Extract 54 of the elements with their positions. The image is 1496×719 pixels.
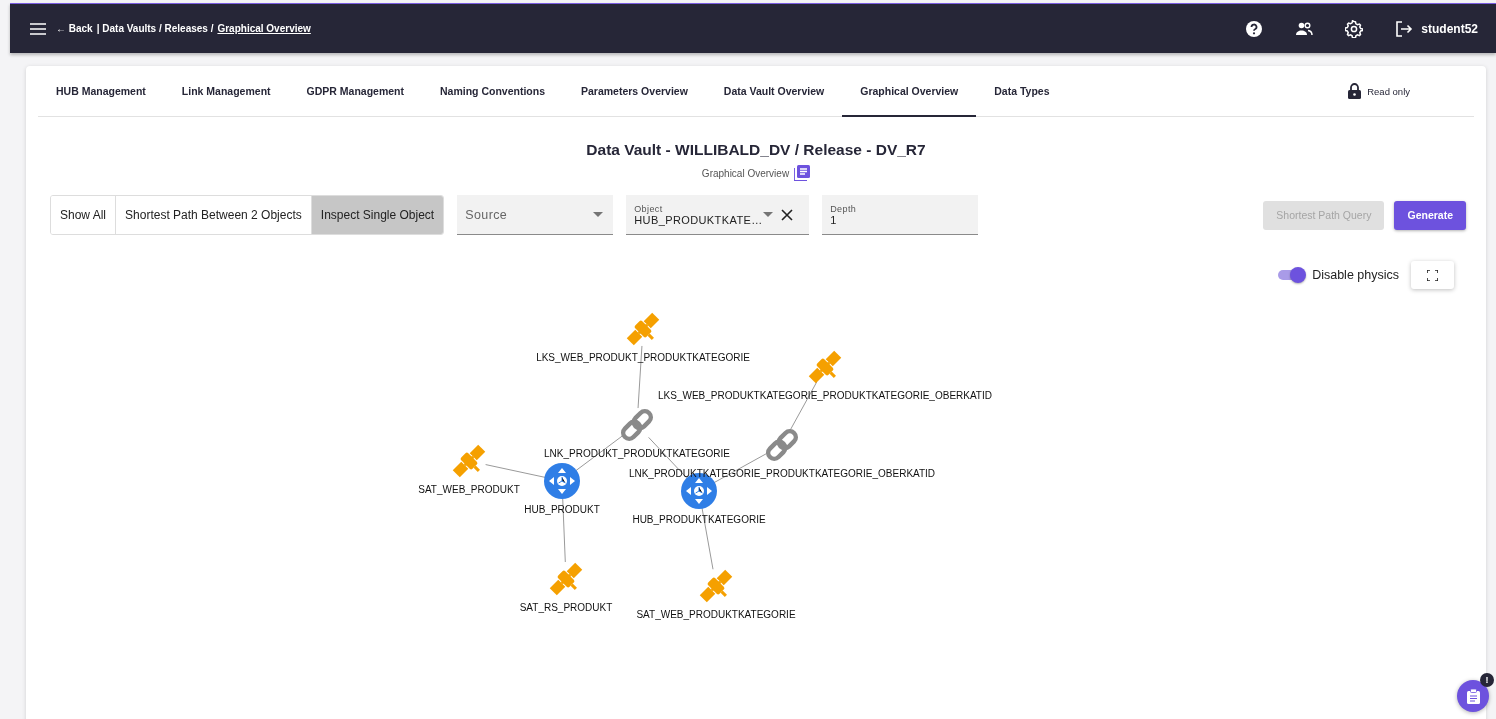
node-label: LKS_WEB_PRODUKT_PRODUKTKATEGORIE	[536, 352, 750, 363]
back-link[interactable]: ← Back	[56, 23, 93, 34]
physics-toggle[interactable]	[1277, 266, 1307, 284]
caret-icon[interactable]	[763, 212, 774, 217]
tab[interactable]: Data Vault Overview	[705, 66, 843, 117]
chain-link-icon[interactable]	[618, 406, 656, 444]
node-label: LKS_WEB_PRODUKTKATEGORIE_PRODUKTKATEGORIE_OBERKATID	[658, 390, 992, 401]
toggle-label: Disable physics	[1312, 268, 1399, 282]
help-icon[interactable]	[1245, 19, 1264, 38]
node-label: HUB_PRODUKTKATEGORIE	[632, 514, 766, 525]
clipboard-icon	[1466, 688, 1480, 704]
tab[interactable]: Data Types	[976, 66, 1068, 117]
tab[interactable]: Parameters Overview	[563, 66, 706, 117]
satellite-icon[interactable]	[807, 349, 843, 385]
satellite-icon[interactable]	[625, 311, 661, 347]
menu-icon[interactable]	[30, 22, 46, 35]
node-label: HUB_PRODUKT	[524, 504, 600, 515]
tab[interactable]: GDPR Management	[288, 66, 422, 117]
node-label: SAT_RS_PRODUKT	[519, 602, 613, 613]
breadcrumb-trail: | Data Vaults / Releases /	[96, 23, 214, 34]
node-label: LNK_PRODUKTKATEGORIE_PRODUKTKATEGORIE_OBERKATID	[628, 468, 936, 479]
edge-line	[485, 464, 546, 478]
tab[interactable]: HUB Management	[38, 66, 164, 117]
chain-link-icon[interactable]	[763, 426, 801, 464]
fullscreen-icon	[1427, 269, 1438, 281]
depth-field[interactable]: Depth 1	[822, 195, 979, 235]
satellite-icon[interactable]	[548, 561, 584, 597]
node-label: SAT_WEB_PRODUKT	[418, 484, 520, 495]
user-name[interactable]: student52	[1421, 21, 1478, 36]
caret-icon[interactable]	[593, 212, 604, 217]
tab[interactable]: Link Management	[163, 66, 289, 117]
people-icon[interactable]	[1295, 21, 1314, 36]
node-label: LNK_PRODUKT_PRODUKTKATEGORIE	[544, 448, 730, 459]
generate-button[interactable]: Generate	[1394, 200, 1466, 230]
document-icon[interactable]	[794, 165, 811, 181]
lock-icon	[1348, 83, 1362, 99]
tab[interactable]: Naming Conventions	[422, 66, 563, 117]
satellite-icon[interactable]	[451, 443, 487, 479]
notification-badge: !	[1480, 673, 1494, 687]
page-subtitle: Graphical Overview	[701, 167, 790, 179]
hub-node-icon[interactable]	[544, 463, 580, 499]
read-only-label: Read only	[1367, 85, 1410, 97]
close-icon[interactable]	[781, 209, 794, 221]
mode-button[interactable]: Inspect Single Object	[311, 196, 444, 234]
breadcrumb-link[interactable]: Graphical Overview	[217, 23, 311, 34]
tab[interactable]: Graphical Overview	[842, 66, 977, 117]
source-select[interactable]: Source	[457, 195, 614, 235]
satellite-icon[interactable]	[698, 568, 734, 604]
logout-icon[interactable]	[1395, 19, 1414, 38]
object-select[interactable]: Object HUB_PRODUKTKATE…	[626, 195, 810, 235]
settings-icon[interactable]	[1345, 19, 1364, 38]
node-label: SAT_WEB_PRODUKTKATEGORIE	[636, 609, 796, 620]
mode-button[interactable]: Show All	[51, 196, 117, 234]
page-title: Data Vault - WILLIBALD_DV / Release - DV_R7	[586, 141, 926, 158]
